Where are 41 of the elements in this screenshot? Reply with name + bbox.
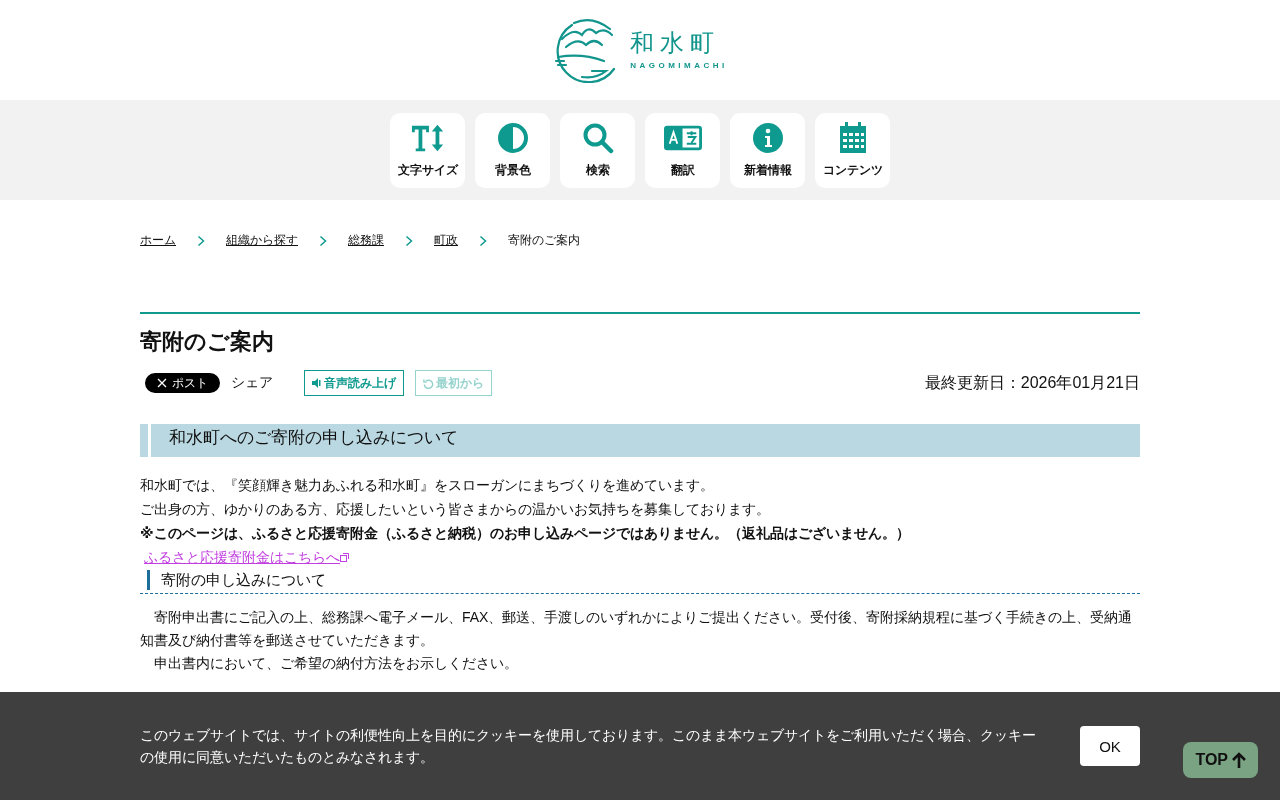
restart-icon — [423, 377, 434, 389]
chevron-right-icon — [319, 234, 327, 247]
speaker-icon — [312, 378, 322, 388]
toolbar-button[interactable]: 翻訳 — [645, 112, 720, 188]
breadcrumb-current: 寄附のご案内 — [508, 232, 580, 249]
body-text: ご出身の方、ゆかりのある方、応援したいという皆さまからの温かいお気持ちを募集しております。 — [140, 500, 771, 519]
post-button[interactable]: ポスト — [145, 373, 220, 393]
external-link[interactable]: ふるさと応援寄附金はこちらへ — [144, 549, 349, 565]
cookie-notice-text: このウェブサイトでは、サイトの利便性向上を目的にクッキーを使用しております。このまま本ウェブサイトをご利用いただく場合、クッキーの使用に同意いただいたものとみなされます。 — [140, 726, 1037, 767]
x-logo-icon — [157, 378, 167, 388]
ok-button[interactable]: OK — [1080, 726, 1140, 766]
breadcrumb-link[interactable]: 組織から探す — [226, 232, 298, 249]
chevron-right-icon — [405, 234, 413, 247]
logo-title: 和水町 — [630, 30, 722, 55]
logo-subtitle: NAGOMIMACHI — [630, 60, 728, 70]
translate-icon — [663, 124, 702, 151]
last-updated-text: 最終更新日：2026年01月21日 — [924, 372, 1140, 393]
breadcrumb-link[interactable]: 総務課 — [348, 232, 384, 249]
notice-text: ※このページは、ふるさと応援寄附金（ふるさと納税）のお申し込みページではありません。（返礼品はございません。） — [140, 524, 911, 543]
toolbar-button[interactable]: 新着情報 — [730, 112, 805, 188]
page-title: 寄附のご案内 — [140, 312, 1140, 356]
chevron-right-icon — [197, 234, 205, 247]
section-heading: 和水町へのご寄附の申し込みについて — [140, 424, 1140, 457]
toolbar-button[interactable]: コンテンツ — [815, 112, 890, 188]
info-icon — [750, 121, 785, 154]
speech-button[interactable]: 音声読み上げ — [304, 370, 404, 396]
toolbar-button[interactable]: 文字サイズ — [390, 112, 465, 188]
body-text: 和水町では、『笑顔輝き魅力あふれる和水町』をスローガンにまちづくりを進めています。 — [140, 476, 715, 495]
arrow-up-icon — [1232, 752, 1246, 768]
share-label: シェア — [231, 374, 273, 392]
breadcrumb-link[interactable]: 町政 — [434, 232, 458, 249]
chevron-right-icon — [479, 234, 487, 247]
external-link-icon — [340, 553, 349, 562]
body-text: 申出書内において、ご希望の納付方法をお示しください。 — [153, 654, 519, 673]
back-to-top-button[interactable]: TOP — [1183, 742, 1258, 778]
toolbar-button[interactable]: 背景色 — [475, 112, 550, 188]
body-text: 寄附申出書にご記入の上、総務課へ電子メール、FAX、郵送、手渡しのいずれかによりご提出ください。受付後、寄附採納規程に基づく手続きの上、受納通知書及び納付書等を郵送させていただきます。 — [140, 608, 1134, 650]
breadcrumb-link[interactable]: ホーム — [140, 232, 176, 249]
toolbar-button[interactable]: 検索 — [560, 112, 635, 188]
subsection-heading: 寄附の申し込みについて — [140, 569, 1140, 594]
contrast-icon — [495, 121, 530, 154]
